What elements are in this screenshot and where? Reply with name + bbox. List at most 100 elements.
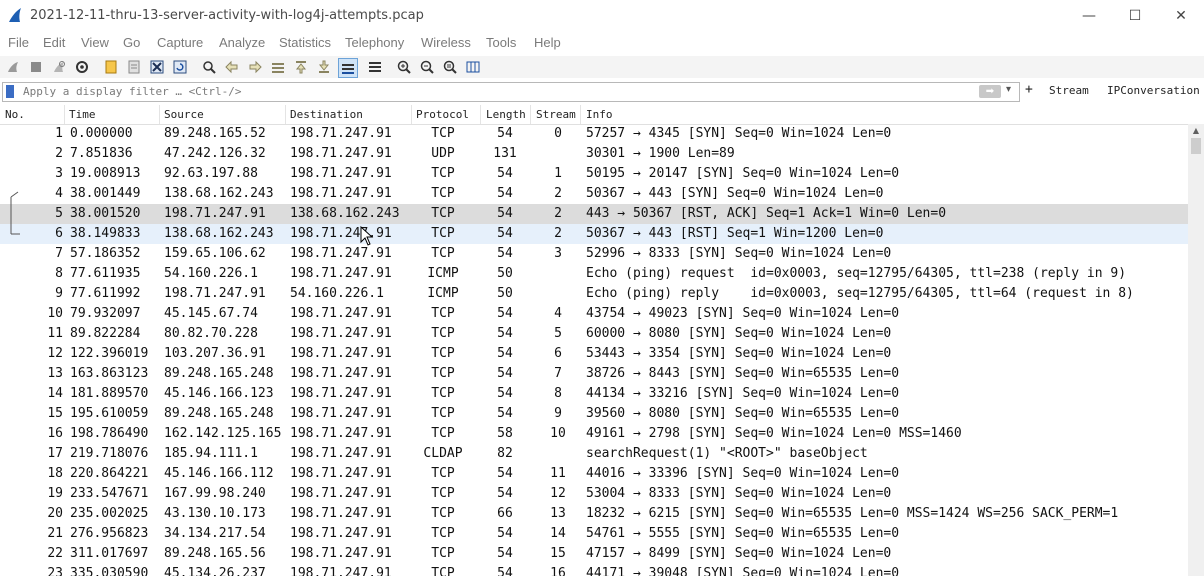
- column-header-no[interactable]: No.: [5, 108, 25, 121]
- packet-stream: 11: [550, 466, 566, 481]
- packet-row[interactable]: 19 233.547671 167.99.98.240 198.71.247.91 TC…: [0, 484, 1188, 504]
- find-packet-icon[interactable]: [200, 58, 218, 76]
- column-header-destination[interactable]: Destination: [290, 108, 363, 121]
- stream-filter-button[interactable]: Stream: [1049, 84, 1089, 97]
- packet-row[interactable]: 9 77.611992 198.71.247.91 54.160.226.1 ICMP 5…: [0, 284, 1188, 304]
- packet-list[interactable]: 1 0.000000 89.248.165.52 198.71.247.91 TCP 54…: [0, 124, 1188, 576]
- save-file-icon[interactable]: [125, 58, 143, 76]
- packet-source: 43.130.10.173: [164, 506, 266, 521]
- start-capture-icon[interactable]: [4, 58, 22, 76]
- packet-protocol: ICMP: [427, 266, 459, 281]
- column-header-protocol[interactable]: Protocol: [416, 108, 469, 121]
- packet-row[interactable]: 13 163.863123 89.248.165.248 198.71.247.91 T…: [0, 364, 1188, 384]
- packet-row[interactable]: 6 38.149833 138.68.162.243 198.71.247.91 TCP…: [0, 224, 1188, 244]
- packet-row[interactable]: 14 181.889570 45.146.166.123 198.71.247.91 T…: [0, 384, 1188, 404]
- packet-row[interactable]: 12 122.396019 103.207.36.91 198.71.247.91 TC…: [0, 344, 1188, 364]
- zoom-out-icon[interactable]: [418, 58, 436, 76]
- packet-row[interactable]: 10 79.932097 45.145.67.74 198.71.247.91 TCP 5…: [0, 304, 1188, 324]
- column-separator[interactable]: [285, 105, 286, 124]
- column-separator[interactable]: [64, 105, 65, 124]
- go-first-icon[interactable]: [292, 58, 310, 76]
- scroll-up-icon[interactable]: ▲: [1188, 124, 1204, 138]
- column-header-time[interactable]: Time: [69, 108, 96, 121]
- packet-row[interactable]: 7 57.186352 159.65.106.62 198.71.247.91 TCP 5…: [0, 244, 1188, 264]
- packet-row[interactable]: 17 219.718076 185.94.111.1 198.71.247.91 CLD…: [0, 444, 1188, 464]
- packet-row[interactable]: 3 19.008913 92.63.197.88 198.71.247.91 TCP 54…: [0, 164, 1188, 184]
- normal-size-icon[interactable]: [441, 58, 459, 76]
- zoom-in-icon[interactable]: [395, 58, 413, 76]
- minimize-button[interactable]: —: [1066, 0, 1112, 32]
- menu-wireless[interactable]: Wireless: [421, 35, 471, 50]
- packet-row[interactable]: 21 276.956823 34.134.217.54 198.71.247.91 TC…: [0, 524, 1188, 544]
- packet-stream: 1: [554, 166, 562, 181]
- packet-row[interactable]: 16 198.786490 162.142.125.165 198.71.247.91…: [0, 424, 1188, 444]
- column-header-length[interactable]: Length: [486, 108, 526, 121]
- menu-go[interactable]: Go: [123, 35, 140, 50]
- packet-protocol: TCP: [431, 526, 455, 541]
- packet-protocol: CLDAP: [423, 446, 463, 461]
- go-back-icon[interactable]: [223, 58, 241, 76]
- column-header-info[interactable]: Info: [586, 108, 613, 121]
- packet-row[interactable]: 1 0.000000 89.248.165.52 198.71.247.91 TCP 54…: [0, 124, 1188, 144]
- packet-time: 181.889570: [70, 386, 149, 401]
- packet-time: 38.149833: [70, 226, 141, 241]
- autoscroll-icon[interactable]: [338, 58, 358, 78]
- resize-columns-icon[interactable]: [464, 58, 482, 76]
- packet-row[interactable]: 22 311.017697 89.248.165.56 198.71.247.91 TC…: [0, 544, 1188, 564]
- menu-edit[interactable]: Edit: [43, 35, 65, 50]
- menu-capture[interactable]: Capture: [157, 35, 203, 50]
- packet-time: 235.002025: [70, 506, 149, 521]
- colorize-icon[interactable]: [366, 58, 384, 76]
- menu-telephony[interactable]: Telephony: [345, 35, 404, 50]
- close-file-icon[interactable]: [148, 58, 166, 76]
- scrollbar-thumb[interactable]: [1191, 138, 1201, 154]
- packet-length: 58: [497, 426, 513, 441]
- reload-file-icon[interactable]: [171, 58, 189, 76]
- close-button[interactable]: ✕: [1158, 0, 1204, 32]
- stop-capture-icon[interactable]: [27, 58, 45, 76]
- menu-help[interactable]: Help: [534, 35, 561, 50]
- restart-capture-icon[interactable]: [50, 58, 68, 76]
- packet-row[interactable]: 4 38.001449 138.68.162.243 198.71.247.91 TCP…: [0, 184, 1188, 204]
- menu-statistics[interactable]: Statistics: [279, 35, 331, 50]
- capture-options-icon[interactable]: [73, 58, 91, 76]
- packet-source: 89.248.165.52: [164, 126, 266, 141]
- column-header-stream[interactable]: Stream: [536, 108, 576, 121]
- column-separator[interactable]: [480, 105, 481, 124]
- ipconversation-filter-button[interactable]: IPConversation: [1107, 84, 1200, 97]
- column-separator[interactable]: [580, 105, 581, 124]
- go-to-packet-icon[interactable]: [269, 58, 287, 76]
- packet-row[interactable]: 23 335.030590 45.134.26.237 198.71.247.91 TC…: [0, 564, 1188, 576]
- packet-info: 18232 → 6215 [SYN] Seq=0 Win=65535 Len=0…: [586, 506, 1119, 521]
- packet-row[interactable]: 8 77.611935 54.160.226.1 198.71.247.91 ICMP 5…: [0, 264, 1188, 284]
- packet-protocol: TCP: [431, 426, 455, 441]
- packet-source: 185.94.111.1: [164, 446, 258, 461]
- display-filter-input[interactable]: Apply a display filter … <Ctrl-/> ➡ ▾: [2, 82, 1020, 102]
- maximize-button[interactable]: ☐: [1112, 0, 1158, 32]
- menu-analyze[interactable]: Analyze: [219, 35, 265, 50]
- open-file-icon[interactable]: [102, 58, 120, 76]
- bookmark-icon[interactable]: [6, 85, 14, 98]
- packet-row[interactable]: 18 220.864221 45.146.166.112 198.71.247.91 T…: [0, 464, 1188, 484]
- go-last-icon[interactable]: [315, 58, 333, 76]
- packet-row[interactable]: 20 235.002025 43.130.10.173 198.71.247.91 TC…: [0, 504, 1188, 524]
- packet-row[interactable]: 2 7.851836 47.242.126.32 198.71.247.91 UDP 13…: [0, 144, 1188, 164]
- menu-view[interactable]: View: [81, 35, 109, 50]
- packet-row[interactable]: 15 195.610059 89.248.165.248 198.71.247.91 T…: [0, 404, 1188, 424]
- column-header-source[interactable]: Source: [164, 108, 204, 121]
- packet-destination: 198.71.247.91: [290, 566, 392, 576]
- column-separator[interactable]: [411, 105, 412, 124]
- filter-history-dropdown-icon[interactable]: ▾: [1006, 84, 1011, 95]
- menu-tools[interactable]: Tools: [486, 35, 516, 50]
- packet-time: 335.030590: [70, 566, 149, 576]
- apply-filter-arrow-icon[interactable]: ➡: [979, 85, 1001, 98]
- packet-row[interactable]: 11 89.822284 80.82.70.228 198.71.247.91 TCP 5…: [0, 324, 1188, 344]
- vertical-scrollbar[interactable]: ▲: [1188, 124, 1204, 576]
- add-filter-button[interactable]: +: [1025, 82, 1033, 97]
- packet-row[interactable]: 5 38.001520 198.71.247.91 138.68.162.243 TCP…: [0, 204, 1188, 224]
- packet-destination: 198.71.247.91: [290, 426, 392, 441]
- go-forward-icon[interactable]: [246, 58, 264, 76]
- menu-file[interactable]: File: [8, 35, 29, 50]
- column-separator[interactable]: [159, 105, 160, 124]
- column-separator[interactable]: [530, 105, 531, 124]
